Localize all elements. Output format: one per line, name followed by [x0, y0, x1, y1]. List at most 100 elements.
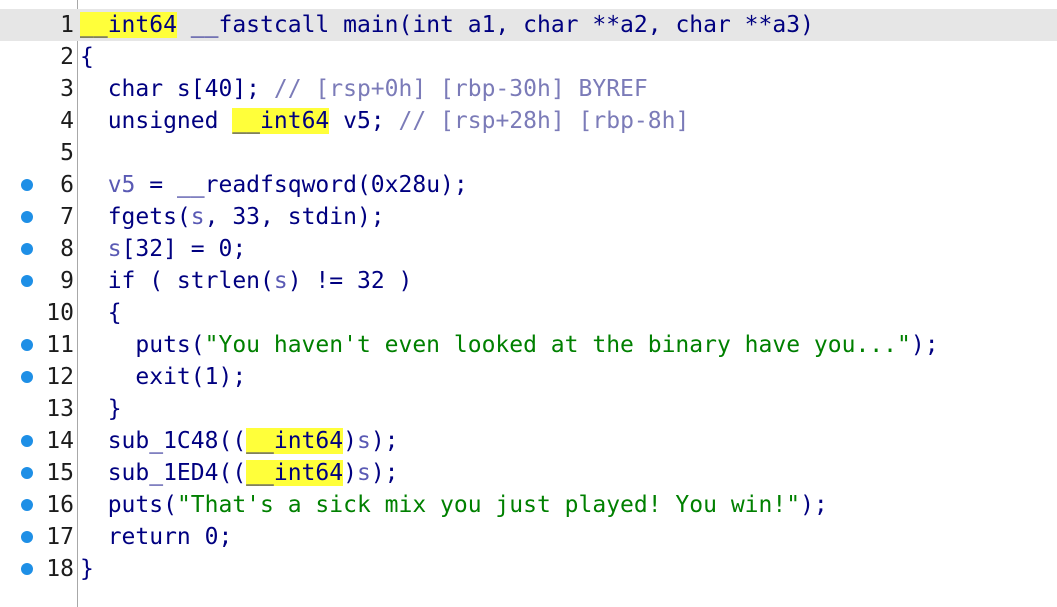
line-number: 17 — [46, 524, 74, 550]
code-token: s — [273, 268, 288, 294]
code-token: return 0; — [80, 524, 233, 550]
code-text[interactable]: { — [80, 41, 94, 73]
code-line[interactable]: 1 __int64 __fastcall main(int a1, char **… — [0, 9, 1057, 41]
code-token: unsigned — [80, 108, 233, 134]
code-line[interactable]: 7 fgets(s, 33, stdin); — [0, 201, 1057, 233]
code-text[interactable]: if ( strlen(s) != 32 ) — [80, 265, 413, 297]
line-number: 12 — [46, 364, 74, 390]
code-text[interactable]: puts("That's a sick mix you just played!… — [80, 489, 828, 521]
breakpoint-dot-icon[interactable] — [21, 531, 33, 543]
code-line[interactable]: 5 — [0, 137, 1057, 169]
code-text[interactable]: sub_1ED4((__int64)s); — [80, 457, 399, 489]
code-token: { — [80, 44, 94, 70]
code-token: } — [80, 396, 122, 422]
breakpoint-dot-icon[interactable] — [21, 467, 33, 479]
code-line[interactable]: 14 sub_1C48((__int64)s); — [0, 425, 1057, 457]
code-token: sub_1ED4(( — [80, 460, 247, 486]
code-token: , 33, stdin); — [204, 204, 385, 230]
line-number: 15 — [46, 460, 74, 486]
line-number: 14 — [46, 428, 74, 454]
code-text[interactable]: } — [80, 393, 122, 425]
code-text[interactable]: fgets(s, 33, stdin); — [80, 201, 385, 233]
code-token: "That's a sick mix you just played! You … — [176, 492, 801, 518]
code-token: ) != 32 ) — [287, 268, 413, 294]
code-token: ); — [910, 332, 939, 358]
breakpoint-dot-icon[interactable] — [21, 435, 33, 447]
breakpoint-dot-icon[interactable] — [21, 371, 33, 383]
pseudocode-editor[interactable]: 1 __int64 __fastcall main(int a1, char **… — [0, 0, 1057, 607]
code-line[interactable]: 17 return 0; — [0, 521, 1057, 553]
code-line[interactable]: 2{ — [0, 41, 1057, 73]
code-token: exit(1); — [80, 364, 247, 390]
code-text[interactable]: exit(1); — [80, 361, 246, 393]
code-text[interactable]: char s[40]; // [rsp+0h] [rbp-30h] BYREF — [80, 73, 648, 105]
code-token: s — [356, 460, 371, 486]
line-number: 9 — [60, 268, 74, 294]
code-line[interactable]: 13 } — [0, 393, 1057, 425]
code-token: } — [80, 556, 94, 582]
breakpoint-dot-icon[interactable] — [21, 499, 33, 511]
code-line[interactable]: 9 if ( strlen(s) != 32 ) — [0, 265, 1057, 297]
code-line[interactable]: 12 exit(1); — [0, 361, 1057, 393]
code-line[interactable]: 15 sub_1ED4((__int64)s); — [0, 457, 1057, 489]
code-token: __fastcall main(int a1, char **a2, char … — [190, 12, 814, 38]
code-line[interactable]: 11 puts("You haven't even looked at the … — [0, 329, 1057, 361]
code-token: ); — [370, 460, 399, 486]
code-line[interactable]: 3 char s[40]; // [rsp+0h] [rbp-30h] BYRE… — [0, 73, 1057, 105]
line-number: 7 — [60, 204, 74, 230]
code-token: ) — [343, 428, 357, 454]
code-line[interactable]: 16 puts("That's a sick mix you just play… — [0, 489, 1057, 521]
code-text[interactable]: __int64 __fastcall main(int a1, char **a… — [80, 9, 814, 41]
breakpoint-dot-icon[interactable] — [21, 211, 33, 223]
line-number: 4 — [60, 108, 74, 134]
code-text[interactable]: puts("You haven't even looked at the bin… — [80, 329, 939, 361]
line-number: 18 — [46, 556, 74, 582]
code-text[interactable]: { — [80, 297, 122, 329]
code-text[interactable]: v5 = __readfsqword(0x28u); — [80, 169, 468, 201]
code-line[interactable]: 4 unsigned __int64 v5; // [rsp+28h] [rbp… — [0, 105, 1057, 137]
breakpoint-dot-icon[interactable] — [21, 339, 33, 351]
highlighted-token: __int64 — [246, 460, 344, 486]
code-token: = __readfsqword(0x28u); — [135, 172, 468, 198]
line-number: 5 — [60, 140, 74, 166]
breakpoint-dot-icon[interactable] — [21, 243, 33, 255]
code-token: puts( — [80, 492, 177, 518]
code-token: s — [356, 428, 371, 454]
code-line[interactable]: 18} — [0, 553, 1057, 585]
code-token: if ( strlen( — [80, 268, 274, 294]
breakpoint-dot-icon[interactable] — [21, 275, 33, 287]
highlighted-token: __int64 — [246, 428, 344, 454]
code-token: v5 — [107, 172, 136, 198]
line-number: 6 — [60, 172, 74, 198]
code-token: char s[40]; — [80, 76, 274, 102]
line-number: 3 — [60, 76, 74, 102]
line-number: 8 — [60, 236, 74, 262]
code-line[interactable]: 8 s[32] = 0; — [0, 233, 1057, 265]
code-token: "You haven't even looked at the binary h… — [204, 332, 911, 358]
code-token: puts( — [80, 332, 205, 358]
code-text[interactable]: } — [80, 553, 94, 585]
code-text[interactable]: sub_1C48((__int64)s); — [80, 425, 399, 457]
code-token: v5; — [329, 108, 399, 134]
code-text[interactable]: unsigned __int64 v5; // [rsp+28h] [rbp-8… — [80, 105, 689, 137]
breakpoint-dot-icon[interactable] — [21, 563, 33, 575]
code-token: // [rsp+28h] [rbp-8h] — [398, 108, 690, 134]
code-token: ); — [370, 428, 399, 454]
code-line[interactable]: 6 v5 = __readfsqword(0x28u); — [0, 169, 1057, 201]
code-token: [32] = 0; — [121, 236, 247, 262]
code-token: ); — [800, 492, 828, 518]
code-text[interactable]: return 0; — [80, 521, 233, 553]
code-token: ) — [343, 460, 357, 486]
line-number: 1 — [60, 12, 74, 38]
line-number: 2 — [60, 44, 74, 70]
code-token: { — [80, 300, 122, 326]
line-number: 10 — [46, 300, 74, 326]
code-line[interactable]: 10 { — [0, 297, 1057, 329]
code-token: fgets( — [80, 204, 191, 230]
highlighted-token: __int64 — [232, 108, 330, 134]
code-token: // [rsp+0h] [rbp-30h] BYREF — [273, 76, 648, 102]
code-text[interactable]: s[32] = 0; — [80, 233, 246, 265]
breakpoint-dot-icon[interactable] — [21, 179, 33, 191]
